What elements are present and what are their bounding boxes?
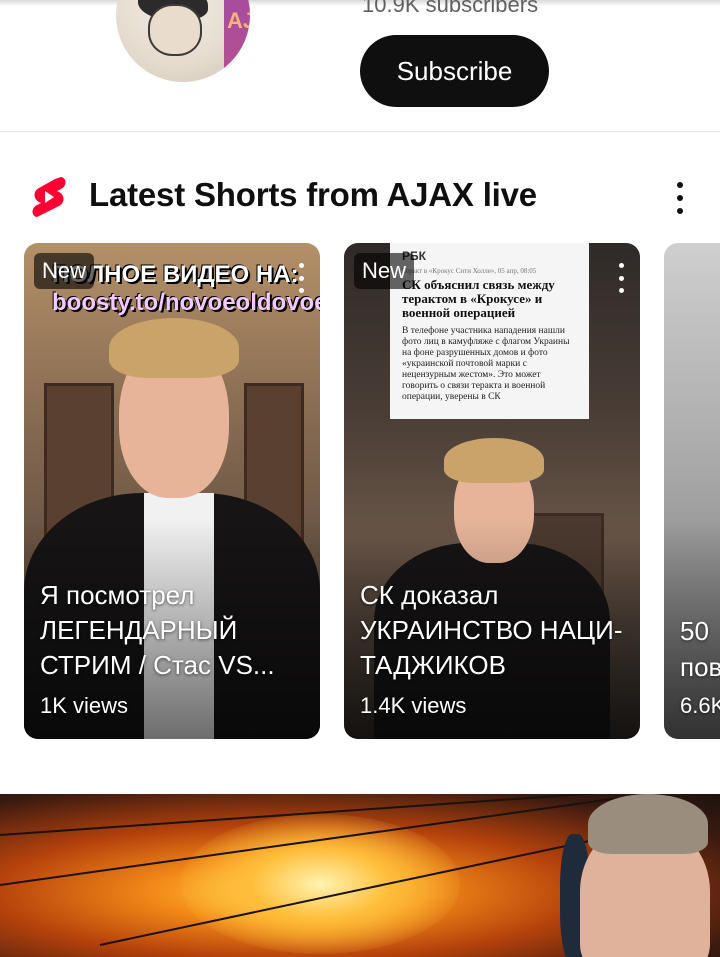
short-title: Я посмотрел ЛЕГЕНДАРНЫЙ СТРИМ / Стас VS.…: [40, 580, 275, 680]
more-vert-icon[interactable]: [614, 263, 628, 293]
news-screenshot: РБК Теракт в «Крокус Сити Холле», 05 апр…: [390, 243, 589, 419]
more-vert-icon[interactable]: [294, 263, 308, 293]
short-title: СК доказал УКРАИНСТВО НАЦИ-ТАДЖИКОВ: [360, 580, 623, 680]
person-hair: [444, 438, 544, 483]
short-views: 1K views: [40, 693, 129, 718]
subscriber-count: 10.9K subscribers: [362, 0, 539, 17]
avatar-face: [148, 4, 202, 56]
short-title: 50 пов: [680, 613, 720, 685]
section-divider: [0, 131, 720, 132]
short-views: 6.6K: [680, 693, 720, 718]
channel-page: AJA 10.9K subscribers Subscribe Latest S…: [0, 0, 720, 957]
channel-avatar[interactable]: AJA: [116, 0, 250, 82]
shelf-title: Latest Shorts from AJAX live: [89, 176, 537, 213]
fire-glow: [180, 814, 460, 954]
more-vert-icon[interactable]: [660, 176, 700, 220]
short-card[interactable]: ПОЛНОЕ ВИДЕО НА: boosty.to/novoeoldovoe …: [24, 243, 320, 739]
short-views: 1.4K views: [360, 693, 467, 718]
person-hair: [588, 794, 708, 854]
short-title-line-1: 50: [680, 616, 709, 646]
news-source: РБК: [402, 249, 426, 263]
news-body: В телефоне участника нападения нашли фот…: [402, 326, 570, 402]
new-badge: New: [34, 253, 95, 289]
short-title-line-2: пов: [680, 652, 720, 682]
short-card[interactable]: 50 пов 6.6K: [664, 243, 720, 739]
video-thumbnail[interactable]: [0, 794, 720, 957]
subscribe-button[interactable]: Subscribe: [360, 35, 549, 107]
short-card[interactable]: РБК Теракт в «Крокус Сити Холле», 05 апр…: [344, 243, 640, 739]
header-shadow: [0, 0, 720, 6]
news-title: СК объяснил связь между терактом в «Крок…: [402, 277, 555, 320]
youtube-shorts-icon: [32, 177, 66, 217]
person-hair: [109, 318, 239, 378]
avatar-letters: AJA: [227, 8, 250, 33]
new-badge: New: [354, 253, 415, 289]
overlay-line-2: boosty.to/novoeoldovoe: [52, 289, 320, 316]
news-meta: Теракт в «Крокус Сити Холле», 05 апр, 08…: [402, 267, 537, 275]
